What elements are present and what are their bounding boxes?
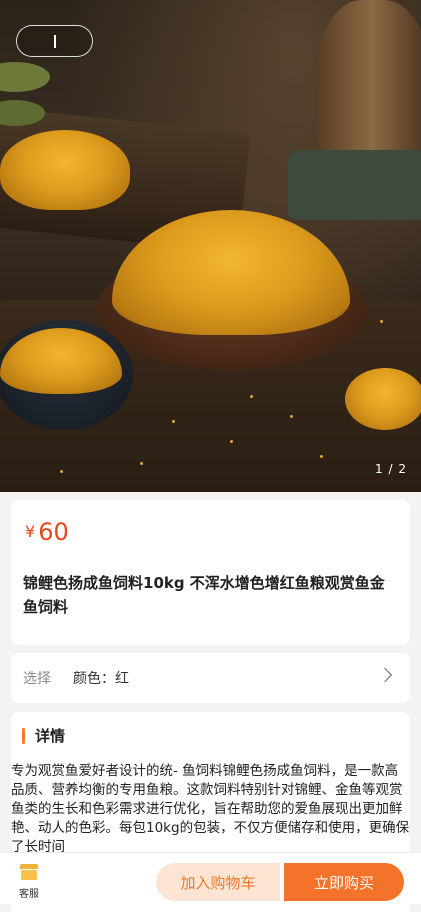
heading-accent-bar — [22, 727, 25, 744]
customer-service-button[interactable]: 客服 — [12, 864, 46, 900]
add-to-cart-button[interactable]: 加入购物车 — [156, 863, 280, 901]
product-image[interactable]: 1 / 2 — [0, 0, 421, 492]
capsule-divider-icon — [53, 34, 56, 48]
details-heading-text: 详情 — [35, 727, 66, 745]
bottom-action-bar: 客服 加入购物车 立即购买 — [0, 852, 421, 904]
grain-decor — [250, 395, 253, 398]
back-capsule-button[interactable] — [16, 25, 93, 57]
clay-jar-decor — [318, 0, 421, 170]
grain-decor — [230, 440, 233, 443]
product-title: 锦鲤色扬成鱼饲料10kg 不浑水增色增红鱼粮观赏鱼金鱼饲料 — [23, 574, 385, 616]
buy-now-button[interactable]: 立即购买 — [284, 863, 404, 901]
grain-decor — [320, 455, 323, 458]
image-pager: 1 / 2 — [375, 462, 407, 476]
grain-decor — [380, 320, 383, 323]
green-vegetable-decor — [0, 62, 50, 92]
grain-decor — [172, 420, 175, 423]
price-card: ¥60 锦鲤色扬成鱼饲料10kg 不浑水增色增红鱼粮观赏鱼金鱼饲料 — [11, 500, 410, 645]
grain-decor — [140, 462, 143, 465]
grain-decor — [60, 470, 63, 473]
spec-selector-label: 选择 — [23, 671, 51, 687]
chevron-right-icon — [377, 667, 393, 683]
price-symbol: ¥ — [25, 522, 36, 541]
grain-pile-decor — [0, 130, 130, 210]
price: ¥60 — [25, 518, 69, 546]
price-value: 60 — [38, 518, 69, 546]
details-heading: 详情 — [22, 725, 65, 746]
loose-grain-decor — [345, 368, 421, 430]
grain-decor — [290, 415, 293, 418]
customer-service-label: 客服 — [19, 889, 39, 900]
spec-selector[interactable]: 选择 颜色：红 — [11, 653, 410, 703]
cloth-decor — [288, 150, 421, 220]
details-text: 专为观赏鱼爱好者设计的统- 鱼饲料锦鲤色扬成鱼饲料，是一款高品质、营养均衡的专用… — [11, 763, 410, 855]
service-icon — [20, 864, 38, 880]
spec-selector-value: 颜色：红 — [73, 671, 129, 687]
